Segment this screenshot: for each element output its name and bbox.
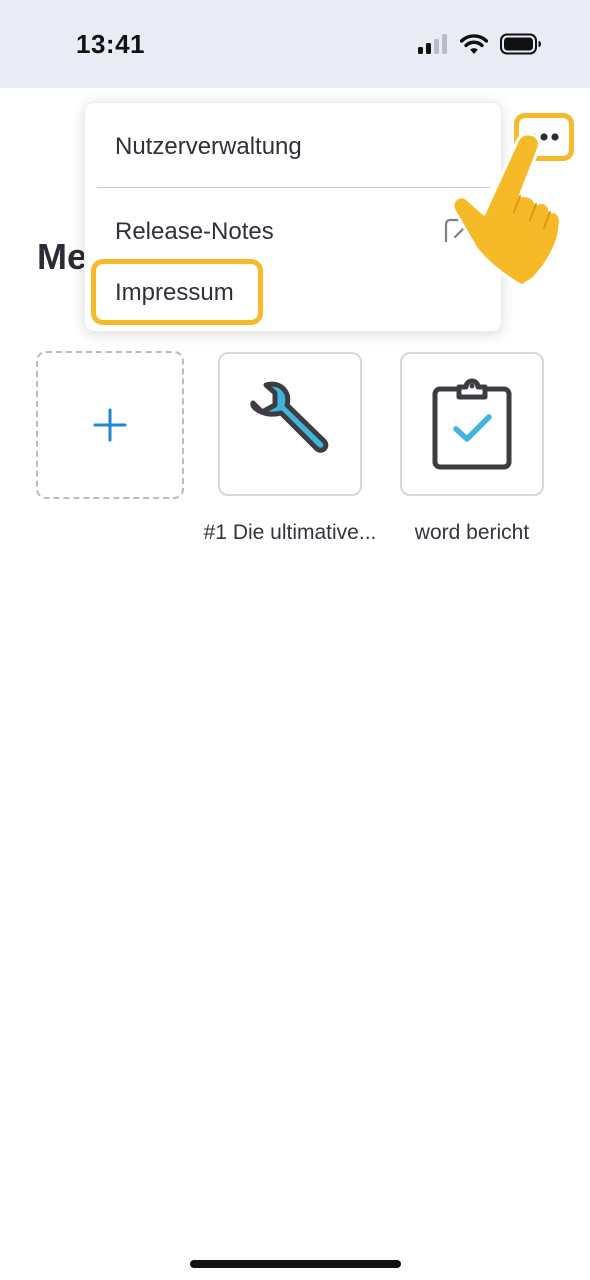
cellular-signal-icon [418,34,447,54]
pointing-hand-icon [451,132,562,288]
status-bar: 13:41 [0,0,590,88]
plus-icon [93,408,127,442]
clipboard-check-icon [432,378,512,470]
battery-icon [500,33,541,55]
dropdown-menu: Nutzerverwaltung Release-Notes Impressum [84,102,502,332]
menu-item-user-management[interactable]: Nutzerverwaltung [115,133,302,161]
status-time: 13:41 [76,29,145,59]
status-icons [418,32,542,56]
wrench-icon [250,381,329,453]
tool-tile[interactable] [218,352,362,496]
wifi-icon [460,34,488,54]
menu-item-release-notes[interactable]: Release-Notes [115,218,274,246]
report-tile[interactable] [400,352,544,496]
add-tile-button[interactable] [36,351,184,499]
tool-tile-label: #1 Die ultimative... [203,521,377,544]
menu-item-imprint[interactable]: Impressum [115,279,234,307]
report-tile-label: word bericht [414,521,530,544]
home-indicator [190,1260,401,1268]
menu-divider [97,187,490,188]
